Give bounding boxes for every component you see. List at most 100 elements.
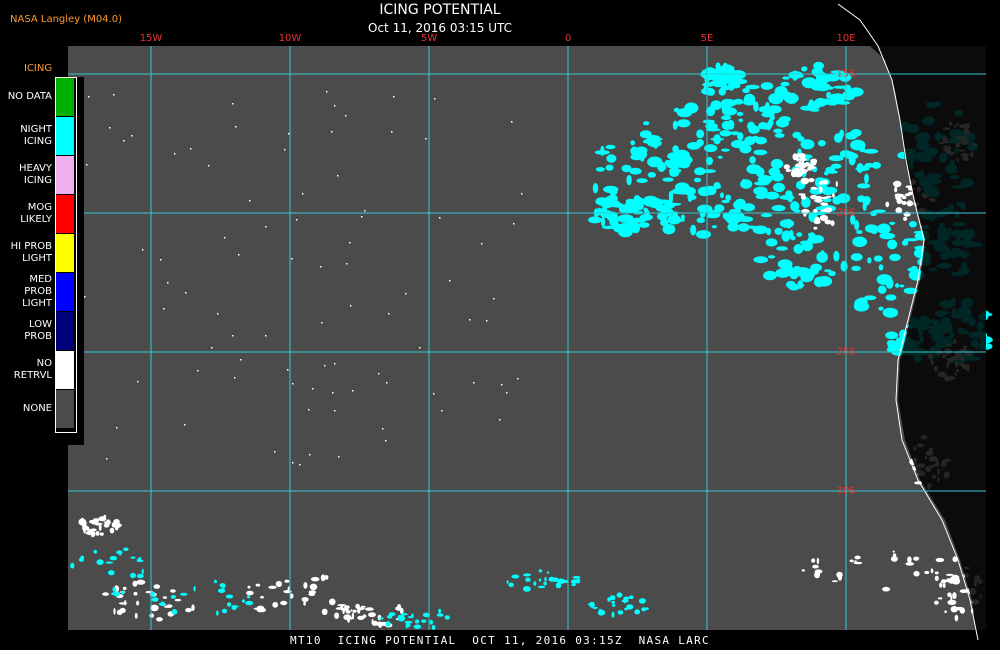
longitude-label: 15W — [139, 33, 163, 44]
icing-cloud-patch — [722, 62, 728, 69]
noise-pixel — [352, 390, 354, 392]
longitude-label: 5E — [700, 33, 714, 44]
icing-cloud-patch — [717, 155, 723, 159]
noise-pixel — [334, 363, 336, 365]
icing-cloud-patch — [121, 590, 125, 595]
icing-cloud-patch — [873, 255, 883, 262]
icing-cloud-patch — [850, 253, 863, 262]
icing-cloud-patch — [730, 140, 746, 149]
icing-cloud-patch — [611, 611, 615, 618]
icing-cloud-patch — [112, 587, 117, 592]
icing-cloud-patch — [405, 623, 408, 629]
icing-cloud-patch — [767, 255, 776, 259]
no-retrieval-patch — [892, 550, 895, 553]
noise-pixel — [332, 392, 334, 394]
no-retrieval-patch — [92, 518, 100, 523]
icing-cloud-patch — [812, 236, 818, 242]
legend-item-label: NONE — [22, 402, 52, 414]
noise-pixel — [142, 249, 144, 251]
icing-cloud-patch — [856, 230, 863, 234]
no-retrieval-patch — [952, 592, 957, 600]
noise-pixel — [473, 382, 475, 384]
icing-cloud-patch — [638, 222, 650, 228]
icing-cloud-patch — [729, 70, 735, 74]
icing-cloud-patch — [787, 192, 794, 203]
no-retrieval-patch — [946, 578, 950, 583]
no-retrieval-patch — [114, 523, 119, 531]
noise-pixel — [249, 200, 251, 202]
icing-cloud-patch — [594, 150, 610, 155]
icing-cloud-patch — [130, 556, 136, 559]
no-retrieval-patch — [813, 196, 823, 200]
icing-cloud-patch — [810, 108, 820, 112]
noise-pixel — [433, 393, 435, 395]
icing-cloud-patch — [680, 214, 685, 220]
icing-cloud-patch — [605, 144, 616, 150]
icing-cloud-patch — [768, 167, 781, 177]
noise-pixel — [288, 133, 290, 135]
icing-cloud-patch — [141, 568, 144, 575]
icing-cloud-patch — [776, 91, 786, 100]
legend-item-label: NO DATA — [7, 90, 52, 102]
icing-cloud-patch — [702, 82, 715, 87]
icing-cloud-patch — [699, 210, 706, 218]
icing-cloud-patch — [907, 267, 919, 272]
icing-cloud-patch — [438, 608, 442, 614]
noise-pixel — [388, 313, 390, 315]
icing-cloud-patch — [721, 148, 730, 152]
no-retrieval-patch — [103, 514, 107, 518]
longitude-label: 5W — [420, 33, 438, 44]
icing-cloud-patch — [818, 140, 826, 147]
icing-cloud-patch — [626, 174, 632, 186]
icing-cloud-patch — [673, 107, 680, 113]
icing-cloud-patch — [107, 570, 115, 576]
icing-cloud-patch — [216, 610, 219, 616]
icing-cloud-patch — [78, 557, 84, 562]
legend: NO DATA NIGHT ICING HEAVY ICING MOG LIKELY H… — [0, 77, 84, 445]
longitude-label: 0 — [564, 33, 572, 44]
icing-cloud-patch — [523, 573, 531, 577]
icing-cloud-patch — [767, 105, 782, 114]
icing-cloud-patch — [655, 204, 668, 212]
icing-cloud-patch — [151, 597, 159, 602]
icing-cloud-patch — [508, 582, 514, 587]
icing-cloud-patch — [743, 99, 756, 106]
legend-swatch — [56, 389, 74, 428]
legend-item: NO RETRVL — [0, 350, 74, 389]
noise-pixel — [88, 96, 90, 98]
icing-cloud-patch — [667, 152, 680, 160]
noise-pixel — [361, 216, 363, 218]
noise-pixel — [265, 335, 267, 337]
no-retrieval-patch — [907, 191, 913, 196]
no-retrieval-patch — [913, 570, 920, 577]
icing-cloud-patch — [720, 192, 724, 199]
noise-pixel — [513, 223, 515, 225]
icing-cloud-patch — [572, 576, 581, 579]
no-retrieval-patch — [351, 612, 355, 619]
no-retrieval-patch — [810, 158, 818, 164]
legend-item: HEAVY ICING — [0, 155, 74, 194]
noise-pixel — [499, 419, 501, 421]
legend-item-label: MOG LIKELY — [20, 201, 52, 225]
noise-pixel — [385, 440, 387, 442]
icing-cloud-patch — [672, 145, 679, 154]
icing-cloud-patch — [676, 111, 689, 116]
no-retrieval-patch — [944, 610, 947, 613]
icing-cloud-patch — [845, 132, 858, 140]
icing-cloud-patch — [775, 118, 789, 128]
noise-pixel — [235, 126, 237, 128]
icing-cloud-patch — [170, 595, 176, 599]
noise-pixel — [434, 98, 436, 100]
icing-cloud-patch — [401, 612, 405, 618]
noise-pixel — [493, 298, 495, 300]
no-retrieval-patch — [156, 617, 163, 622]
icing-cloud-patch — [843, 84, 852, 92]
legend-item-label: NIGHT ICING — [20, 123, 52, 147]
icing-cloud-patch — [840, 260, 848, 272]
no-retrieval-patch — [94, 522, 103, 526]
icing-cloud-patch — [93, 549, 98, 554]
no-retrieval-patch — [162, 596, 167, 599]
no-retrieval-patch — [907, 556, 912, 563]
no-retrieval-patch — [368, 612, 376, 618]
no-retrieval-patch — [903, 216, 908, 221]
